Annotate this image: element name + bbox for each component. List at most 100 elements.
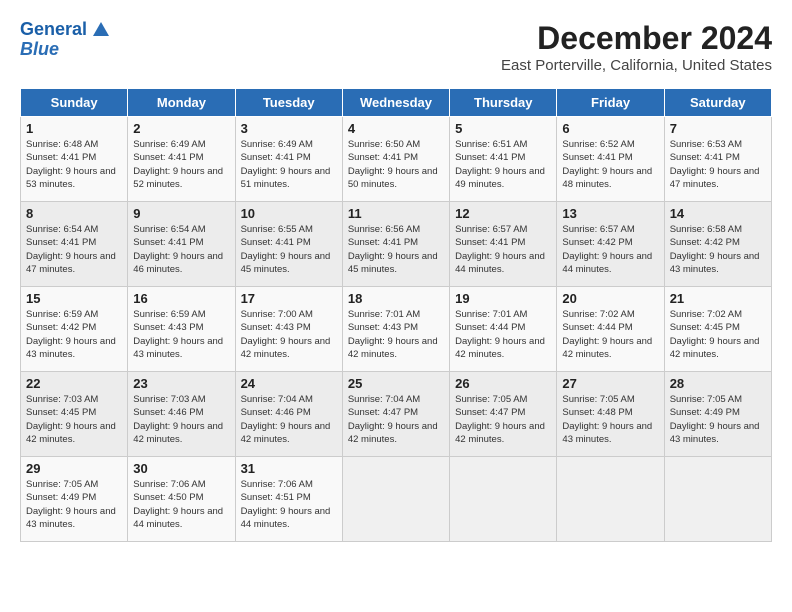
calendar-cell: 31 Sunrise: 7:06 AMSunset: 4:51 PMDayligh… <box>235 457 342 542</box>
day-number: 29 <box>26 461 122 476</box>
day-number: 25 <box>348 376 444 391</box>
day-header-tuesday: Tuesday <box>235 89 342 117</box>
calendar-cell: 16 Sunrise: 6:59 AMSunset: 4:43 PMDayligh… <box>128 287 235 372</box>
calendar-cell: 27 Sunrise: 7:05 AMSunset: 4:48 PMDayligh… <box>557 372 664 457</box>
calendar-cell: 4 Sunrise: 6:50 AMSunset: 4:41 PMDaylight… <box>342 117 449 202</box>
day-info: Sunrise: 6:52 AMSunset: 4:41 PMDaylight:… <box>562 138 658 191</box>
calendar-cell: 29 Sunrise: 7:05 AMSunset: 4:49 PMDayligh… <box>21 457 128 542</box>
day-number: 9 <box>133 206 229 221</box>
calendar-cell: 23Sunrise: 7:03 AMSunset: 4:46 PMDayligh… <box>128 372 235 457</box>
day-number: 24 <box>241 376 337 391</box>
calendar-cell: 25 Sunrise: 7:04 AMSunset: 4:47 PMDayligh… <box>342 372 449 457</box>
day-info: Sunrise: 6:54 AMSunset: 4:41 PMDaylight:… <box>26 223 122 276</box>
day-info: Sunrise: 7:04 AMSunset: 4:47 PMDaylight:… <box>348 393 444 446</box>
calendar-cell: 14 Sunrise: 6:58 AMSunset: 4:42 PMDayligh… <box>664 202 771 287</box>
day-info: Sunrise: 7:03 AMSunset: 4:45 PMDaylight:… <box>26 393 122 446</box>
calendar-cell: 12 Sunrise: 6:57 AMSunset: 4:41 PMDayligh… <box>450 202 557 287</box>
day-info: Sunrise: 7:05 AMSunset: 4:48 PMDaylight:… <box>562 393 658 446</box>
calendar-cell: 28Sunrise: 7:05 AMSunset: 4:49 PMDayligh… <box>664 372 771 457</box>
day-number: 19 <box>455 291 551 306</box>
day-number: 18 <box>348 291 444 306</box>
day-info: Sunrise: 6:54 AMSunset: 4:41 PMDaylight:… <box>133 223 229 276</box>
day-number: 1 <box>26 121 122 136</box>
calendar-cell: 7Sunrise: 6:53 AMSunset: 4:41 PMDaylight… <box>664 117 771 202</box>
calendar-cell: 21 Sunrise: 7:02 AMSunset: 4:45 PMDayligh… <box>664 287 771 372</box>
calendar-cell: 22 Sunrise: 7:03 AMSunset: 4:45 PMDayligh… <box>21 372 128 457</box>
day-info: Sunrise: 6:57 AMSunset: 4:41 PMDaylight:… <box>455 223 551 276</box>
day-header-thursday: Thursday <box>450 89 557 117</box>
calendar-cell <box>342 457 449 542</box>
day-number: 8 <box>26 206 122 221</box>
day-info: Sunrise: 7:01 AMSunset: 4:43 PMDaylight:… <box>348 308 444 361</box>
day-number: 3 <box>241 121 337 136</box>
calendar-cell: 15Sunrise: 6:59 AMSunset: 4:42 PMDayligh… <box>21 287 128 372</box>
logo-text: General <box>20 20 87 40</box>
day-number: 21 <box>670 291 766 306</box>
day-header-friday: Friday <box>557 89 664 117</box>
calendar-cell <box>557 457 664 542</box>
calendar-cell: 19 Sunrise: 7:01 AMSunset: 4:44 PMDayligh… <box>450 287 557 372</box>
day-info: Sunrise: 7:06 AMSunset: 4:51 PMDaylight:… <box>241 478 337 531</box>
calendar-cell: 30 Sunrise: 7:06 AMSunset: 4:50 PMDayligh… <box>128 457 235 542</box>
calendar-cell: 13Sunrise: 6:57 AMSunset: 4:42 PMDayligh… <box>557 202 664 287</box>
day-number: 22 <box>26 376 122 391</box>
day-number: 20 <box>562 291 658 306</box>
day-number: 4 <box>348 121 444 136</box>
calendar-cell: 5Sunrise: 6:51 AMSunset: 4:41 PMDaylight… <box>450 117 557 202</box>
day-number: 27 <box>562 376 658 391</box>
day-info: Sunrise: 6:56 AMSunset: 4:41 PMDaylight:… <box>348 223 444 276</box>
day-number: 30 <box>133 461 229 476</box>
day-number: 10 <box>241 206 337 221</box>
day-number: 14 <box>670 206 766 221</box>
day-header-saturday: Saturday <box>664 89 771 117</box>
day-info: Sunrise: 7:02 AMSunset: 4:44 PMDaylight:… <box>562 308 658 361</box>
calendar-cell: 18 Sunrise: 7:01 AMSunset: 4:43 PMDayligh… <box>342 287 449 372</box>
day-info: Sunrise: 6:51 AMSunset: 4:41 PMDaylight:… <box>455 138 551 191</box>
day-info: Sunrise: 7:02 AMSunset: 4:45 PMDaylight:… <box>670 308 766 361</box>
day-info: Sunrise: 7:05 AMSunset: 4:49 PMDaylight:… <box>26 478 122 531</box>
day-header-sunday: Sunday <box>21 89 128 117</box>
day-info: Sunrise: 7:00 AMSunset: 4:43 PMDaylight:… <box>241 308 337 361</box>
day-info: Sunrise: 6:50 AMSunset: 4:41 PMDaylight:… <box>348 138 444 191</box>
calendar-title: December 2024 <box>501 20 772 57</box>
calendar-cell: 10 Sunrise: 6:55 AMSunset: 4:41 PMDayligh… <box>235 202 342 287</box>
day-number: 23 <box>133 376 229 391</box>
day-number: 12 <box>455 206 551 221</box>
calendar-cell: 8 Sunrise: 6:54 AMSunset: 4:41 PMDaylight… <box>21 202 128 287</box>
day-info: Sunrise: 7:01 AMSunset: 4:44 PMDaylight:… <box>455 308 551 361</box>
calendar-cell: 11 Sunrise: 6:56 AMSunset: 4:41 PMDayligh… <box>342 202 449 287</box>
day-info: Sunrise: 7:05 AMSunset: 4:47 PMDaylight:… <box>455 393 551 446</box>
day-info: Sunrise: 6:57 AMSunset: 4:42 PMDaylight:… <box>562 223 658 276</box>
calendar-cell <box>664 457 771 542</box>
day-info: Sunrise: 6:55 AMSunset: 4:41 PMDaylight:… <box>241 223 337 276</box>
calendar-cell: 1Sunrise: 6:48 AMSunset: 4:41 PMDaylight… <box>21 117 128 202</box>
calendar-cell <box>450 457 557 542</box>
day-info: Sunrise: 6:49 AMSunset: 4:41 PMDaylight:… <box>133 138 229 191</box>
calendar-cell: 17Sunrise: 7:00 AMSunset: 4:43 PMDayligh… <box>235 287 342 372</box>
calendar-cell: 6 Sunrise: 6:52 AMSunset: 4:41 PMDaylight… <box>557 117 664 202</box>
day-number: 6 <box>562 121 658 136</box>
day-info: Sunrise: 7:04 AMSunset: 4:46 PMDaylight:… <box>241 393 337 446</box>
calendar-cell: 3 Sunrise: 6:49 AMSunset: 4:41 PMDaylight… <box>235 117 342 202</box>
logo-text-blue: Blue <box>20 39 59 59</box>
calendar-table: SundayMondayTuesdayWednesdayThursdayFrid… <box>20 88 772 542</box>
day-number: 26 <box>455 376 551 391</box>
day-info: Sunrise: 7:06 AMSunset: 4:50 PMDaylight:… <box>133 478 229 531</box>
day-info: Sunrise: 6:58 AMSunset: 4:42 PMDaylight:… <box>670 223 766 276</box>
day-number: 31 <box>241 461 337 476</box>
day-header-wednesday: Wednesday <box>342 89 449 117</box>
day-info: Sunrise: 6:59 AMSunset: 4:43 PMDaylight:… <box>133 308 229 361</box>
calendar-cell: 26 Sunrise: 7:05 AMSunset: 4:47 PMDayligh… <box>450 372 557 457</box>
calendar-cell: 24 Sunrise: 7:04 AMSunset: 4:46 PMDayligh… <box>235 372 342 457</box>
day-info: Sunrise: 6:59 AMSunset: 4:42 PMDaylight:… <box>26 308 122 361</box>
day-info: Sunrise: 6:49 AMSunset: 4:41 PMDaylight:… <box>241 138 337 191</box>
day-info: Sunrise: 6:53 AMSunset: 4:41 PMDaylight:… <box>670 138 766 191</box>
day-number: 2 <box>133 121 229 136</box>
calendar-subtitle: East Porterville, California, United Sta… <box>501 57 772 74</box>
logo-icon <box>89 18 111 40</box>
day-info: Sunrise: 7:05 AMSunset: 4:49 PMDaylight:… <box>670 393 766 446</box>
calendar-cell: 20 Sunrise: 7:02 AMSunset: 4:44 PMDayligh… <box>557 287 664 372</box>
day-number: 11 <box>348 206 444 221</box>
calendar-cell: 9 Sunrise: 6:54 AMSunset: 4:41 PMDaylight… <box>128 202 235 287</box>
day-number: 16 <box>133 291 229 306</box>
